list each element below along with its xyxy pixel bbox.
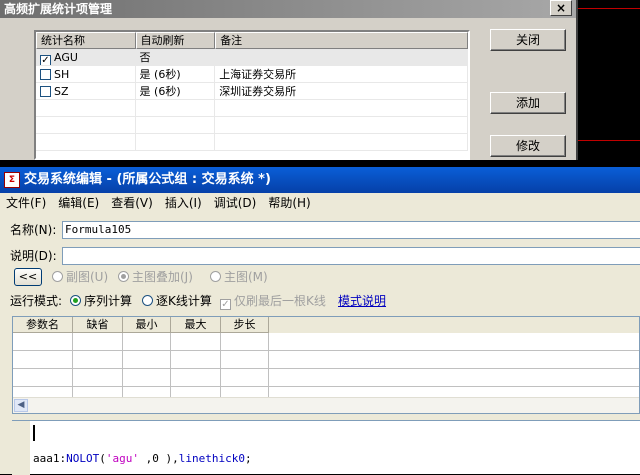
main-overlay-label: 主图叠加(J) [132,270,193,284]
table-row[interactable] [13,369,639,387]
scroll-left-icon[interactable]: ◀ [14,399,28,412]
stats-list[interactable]: 统计名称 自动刷新 备注 ✓ AGU 否 SH 是 (6秒) 上海证券交易所 SZ… [34,30,470,160]
column-header-refresh[interactable]: 自动刷新 [135,32,216,49]
list-item-empty [36,100,468,117]
stat-refresh: 是 (6秒) [136,83,216,99]
sub-chart-label: 副图(U) [66,270,109,284]
close-button[interactable]: 关闭 [490,29,566,51]
table-row[interactable] [13,351,639,369]
code-editor[interactable]: aaa1:NOLOT('agu' ,0 ),linethick0; [12,420,640,475]
refresh-last-option: ✓ 仅刷最后一根K线 [220,292,326,310]
radio-sub-chart: 副图(U) [52,268,108,286]
description-field[interactable] [62,247,640,265]
code-prefix: aaa1: [33,452,67,465]
code-keyword: linethick0 [178,452,245,465]
run-mode-per-bar[interactable]: 逐K线计算 [142,292,212,310]
checkbox-sz[interactable] [40,86,51,97]
edit-button[interactable]: 修改 [490,135,566,157]
per-bar-radio[interactable] [142,295,153,306]
list-item[interactable]: SH 是 (6秒) 上海证券交易所 [36,66,468,83]
column-header-note[interactable]: 备注 [215,32,468,49]
stats-list-header: 统计名称 自动刷新 备注 [36,32,468,49]
run-mode-sequential[interactable]: 序列计算 [70,292,132,310]
main-chart-radio [210,271,221,282]
stats-manager-dialog: 高频扩展统计项管理 × 统计名称 自动刷新 备注 ✓ AGU 否 SH 是 (6秒… [0,0,578,160]
column-header-step: 步长 [221,317,269,333]
main-chart-label: 主图(M) [224,270,268,284]
text-caret [33,425,35,441]
radio-main-chart: 主图(M) [210,268,268,286]
stat-note: 深圳证券交易所 [215,83,468,99]
description-label: 说明(D): [10,249,57,263]
refresh-last-checkbox: ✓ [220,299,231,310]
name-field[interactable]: Formula105 [62,221,640,239]
editor-titlebar: Σ 交易系统编辑 - (所属公式组 : 交易系统 *) [0,167,640,193]
code-args-open: ( [99,452,106,465]
add-button[interactable]: 添加 [490,92,566,114]
parameter-table[interactable]: 参数名 缺省 最小 最大 步长 ◀ [12,316,640,414]
sub-chart-radio [52,271,63,282]
stat-name: AGU [54,51,78,64]
code-function: NOLOT [66,452,100,465]
menu-edit[interactable]: 编辑(E) [52,193,105,213]
code-gutter [12,421,30,475]
radio-main-overlay: 主图叠加(J) [118,268,193,286]
stats-dialog-title: 高频扩展统计项管理 [4,2,113,16]
stat-refresh: 否 [136,49,216,65]
column-header-min: 最小 [123,317,171,333]
menubar: 文件(F) 编辑(E) 查看(V) 插入(I) 调试(D) 帮助(H) [0,193,640,213]
menu-help[interactable]: 帮助(H) [262,193,316,213]
horizontal-scrollbar[interactable]: ◀ [13,397,639,413]
code-string: 'agu' [105,452,139,465]
code-end: ; [244,452,252,465]
column-header-default: 缺省 [73,317,123,333]
list-item-empty [36,134,468,151]
stat-note: 上海证券交易所 [215,66,468,82]
collapse-button[interactable]: << [14,268,42,286]
app-icon: Σ [4,172,20,188]
list-item[interactable]: ✓ AGU 否 [36,49,468,66]
name-label: 名称(N): [10,223,57,237]
sequential-radio[interactable] [70,295,81,306]
list-item[interactable]: SZ 是 (6秒) 深圳证券交易所 [36,83,468,100]
column-header-param: 参数名 [13,317,73,333]
editor-title: 交易系统编辑 - (所属公式组 : 交易系统 *) [24,172,271,187]
per-bar-label: 逐K线计算 [156,294,212,308]
stat-refresh: 是 (6秒) [136,66,216,82]
column-header-name[interactable]: 统计名称 [36,32,136,49]
main-overlay-radio [118,271,129,282]
stats-dialog-titlebar: 高频扩展统计项管理 × [0,0,576,18]
parameter-table-header: 参数名 缺省 最小 最大 步长 [13,317,639,333]
sequential-label: 序列计算 [84,294,133,308]
menu-insert[interactable]: 插入(I) [159,193,208,213]
list-item-empty [36,117,468,134]
checkbox-agu[interactable]: ✓ [40,55,51,65]
menu-debug[interactable]: 调试(D) [208,193,263,213]
refresh-last-label: 仅刷最后一根K线 [234,294,326,308]
stat-name: SZ [54,85,69,98]
background-window-edge [578,140,640,141]
code-args-rest: ,0 ), [139,452,179,465]
menu-view[interactable]: 查看(V) [105,193,159,213]
table-row[interactable] [13,333,639,351]
code-line[interactable]: aaa1:NOLOT('agu' ,0 ),linethick0; [33,451,252,467]
run-mode-label: 运行模式: [10,294,63,308]
trading-system-editor: Σ 交易系统编辑 - (所属公式组 : 交易系统 *) 文件(F) 编辑(E) … [0,167,640,475]
background-window-edge [578,8,640,9]
stat-note [215,49,468,65]
close-icon[interactable]: × [550,0,572,16]
stat-name: SH [54,68,70,81]
checkbox-sh[interactable] [40,69,51,80]
mode-help-link[interactable]: 模式说明 [338,292,386,310]
column-header-max: 最大 [171,317,221,333]
menu-file[interactable]: 文件(F) [0,193,52,213]
